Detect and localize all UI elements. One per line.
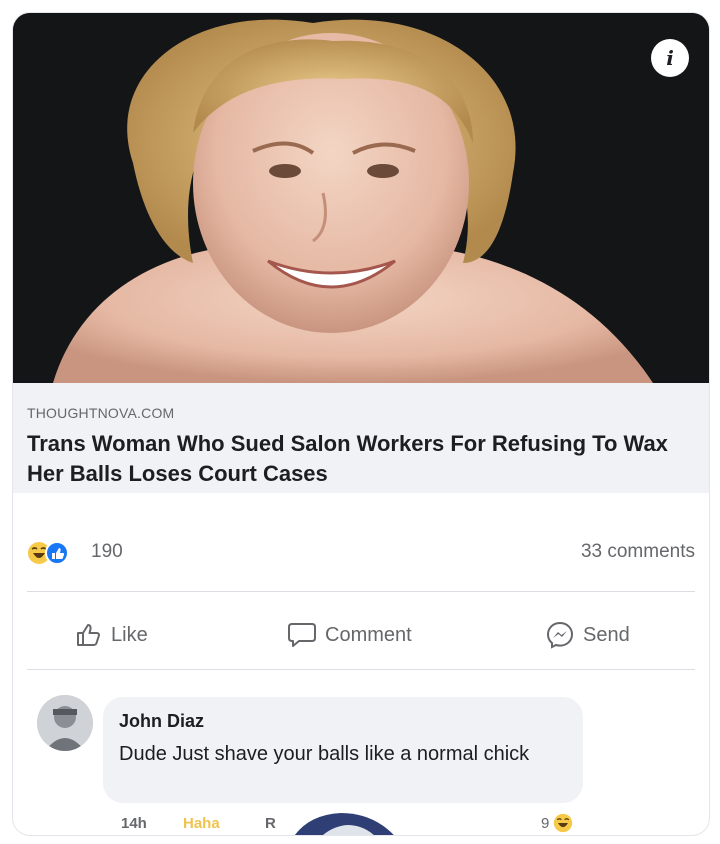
comment-button[interactable]: Comment	[287, 605, 412, 665]
thumbs-up-icon	[77, 624, 100, 646]
comment-reactions[interactable]: 9	[541, 813, 573, 833]
send-label: Send	[583, 623, 630, 646]
speech-bubble-icon	[288, 623, 316, 647]
reactions-summary: 190 33 comments	[13, 533, 709, 573]
comment-bubble: John Diaz Dude Just shave your balls lik…	[103, 697, 583, 803]
post-actions: Like Comment Send	[13, 605, 709, 665]
comment-haha-button[interactable]: Haha	[183, 815, 220, 832]
post-image[interactable]: i	[13, 13, 709, 383]
reaction-count[interactable]: 190	[91, 541, 123, 563]
comment-reaction-count: 9	[541, 814, 550, 832]
reaction-icons[interactable]	[27, 541, 87, 565]
comment: John Diaz Dude Just shave your balls lik…	[13, 681, 709, 835]
portrait-photo	[13, 13, 709, 383]
comment-time[interactable]: 14h	[121, 815, 147, 832]
overlay-image	[294, 813, 394, 835]
info-button[interactable]: i	[651, 39, 689, 77]
comment-reply-button[interactable]: R	[265, 815, 276, 832]
link-headline[interactable]: Trans Woman Who Sued Salon Workers For R…	[27, 429, 687, 489]
link-preview[interactable]: THOUGHTNOVA.COM Trans Woman Who Sued Sal…	[13, 383, 709, 493]
comments-count[interactable]: 33 comments	[581, 541, 695, 563]
info-icon: i	[666, 46, 674, 70]
comment-text: Dude Just shave your balls like a normal…	[119, 743, 530, 765]
post-card: i THOUGHTNOVA.COM Trans Woman Who Sued S…	[12, 12, 710, 836]
like-label: Like	[111, 623, 148, 646]
like-button[interactable]: Like	[75, 605, 148, 665]
send-button[interactable]: Send	[545, 605, 630, 665]
messenger-icon	[546, 621, 574, 649]
avatar[interactable]	[37, 695, 93, 751]
haha-reaction-icon	[554, 813, 573, 833]
like-reaction-icon	[45, 541, 69, 565]
avatar-image	[37, 695, 93, 751]
divider	[27, 591, 695, 592]
divider	[27, 669, 695, 670]
comment-label: Comment	[325, 623, 412, 646]
link-domain: THOUGHTNOVA.COM	[27, 405, 175, 421]
commenter-name[interactable]: John Diaz	[119, 711, 204, 732]
